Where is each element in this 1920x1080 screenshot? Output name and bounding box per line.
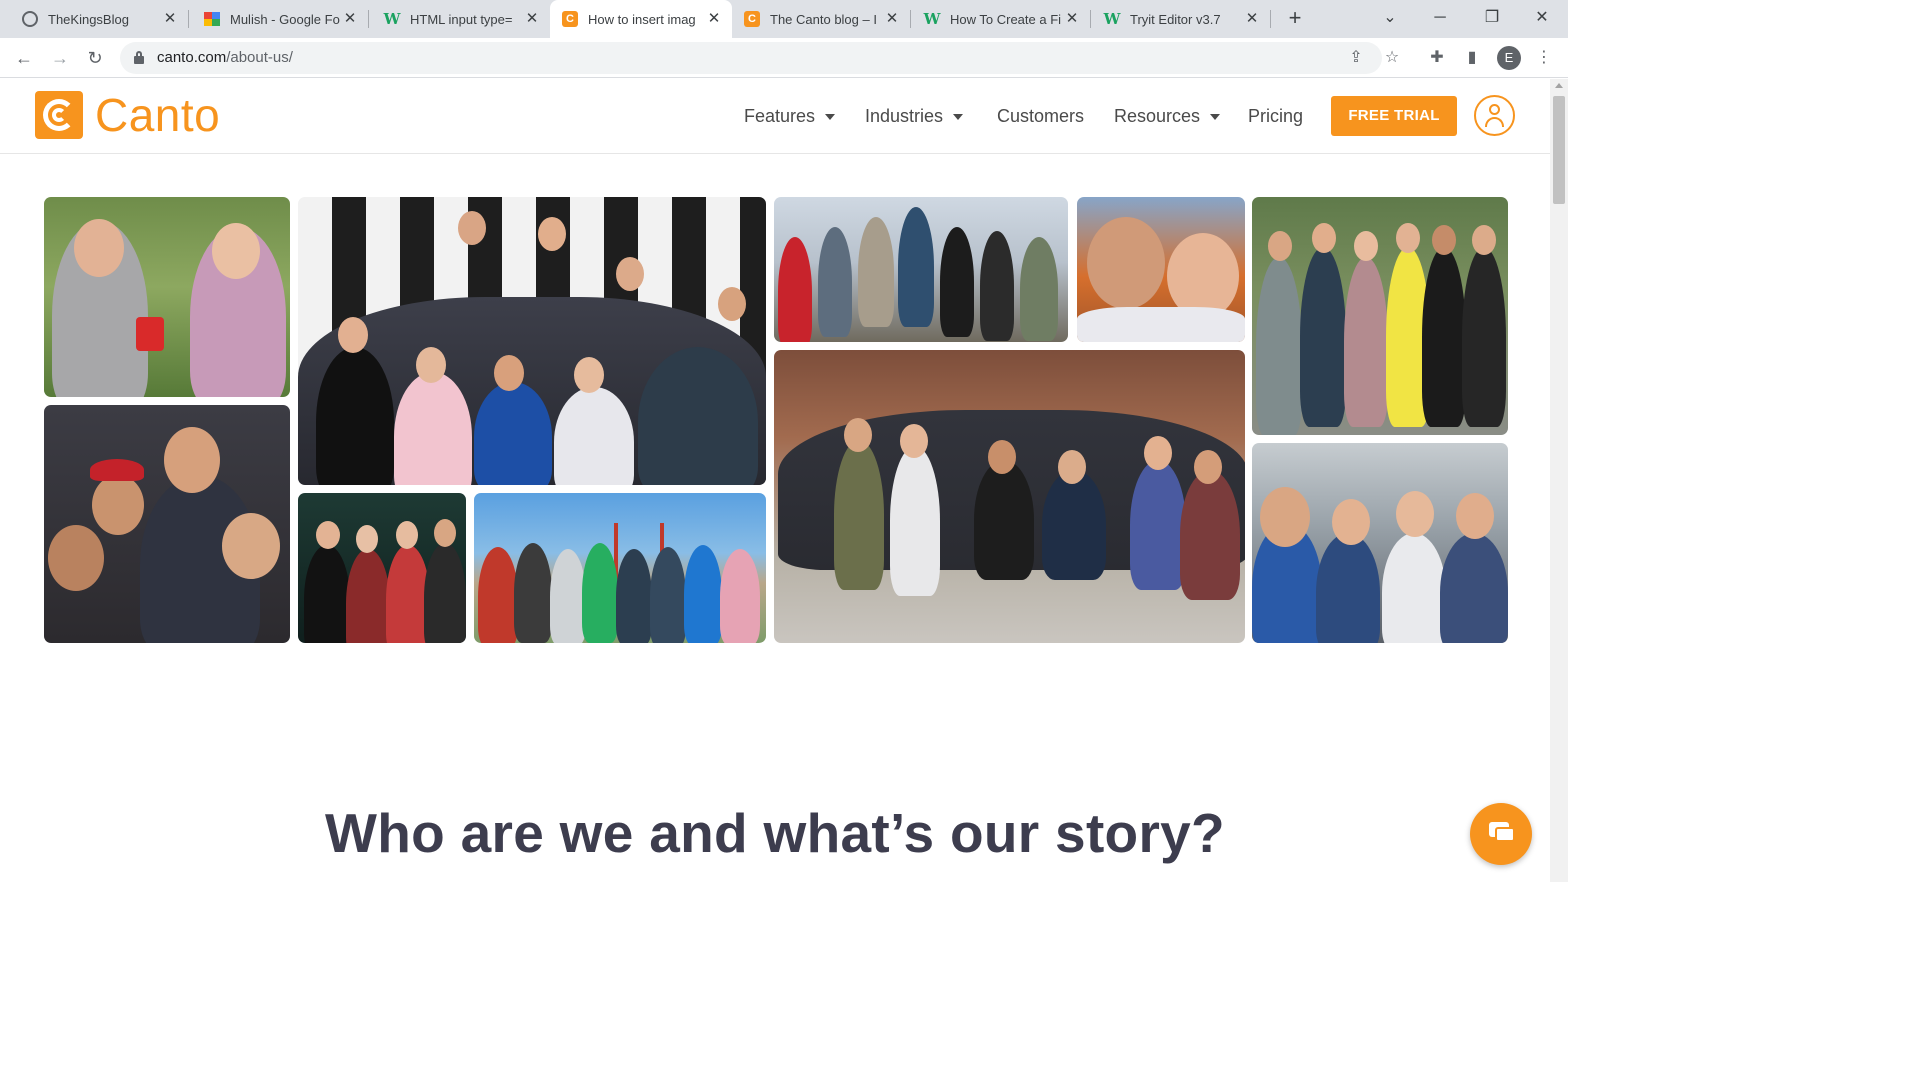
chat-button[interactable] bbox=[1470, 803, 1532, 865]
canto-logo-icon bbox=[35, 91, 83, 139]
browser-tab-active[interactable]: C How to insert imag ✕ bbox=[550, 0, 732, 38]
close-window-icon[interactable]: ✕ bbox=[1530, 6, 1554, 30]
team-photo bbox=[298, 197, 766, 485]
team-photo bbox=[774, 350, 1245, 643]
chevron-down-icon bbox=[825, 113, 836, 120]
page-scrollbar[interactable] bbox=[1550, 79, 1568, 882]
nav-label: Pricing bbox=[1248, 106, 1304, 126]
canto-logo[interactable]: Canto bbox=[35, 91, 220, 139]
chevron-down-icon bbox=[953, 113, 964, 120]
browser-tab[interactable]: Mulish - Google Fo ✕ bbox=[188, 0, 369, 38]
nav-label: Customers bbox=[997, 106, 1085, 126]
tab-title: How To Create a Fi bbox=[950, 11, 1062, 27]
nav-features[interactable]: Features bbox=[744, 106, 836, 127]
share-icon[interactable]: ⇪ bbox=[1346, 48, 1366, 68]
back-icon[interactable]: ← bbox=[11, 45, 37, 71]
nav-industries[interactable]: Industries bbox=[865, 106, 964, 127]
profile-avatar[interactable]: E bbox=[1497, 46, 1521, 70]
site-header: Canto Features Industries Customers Reso… bbox=[0, 79, 1550, 154]
logo-text: Canto bbox=[95, 89, 221, 141]
browser-tab[interactable]: W Tryit Editor v3.7 ✕ bbox=[1090, 0, 1271, 38]
close-tab-icon[interactable]: ✕ bbox=[884, 11, 900, 27]
free-trial-button[interactable]: FREE TRIAL bbox=[1331, 96, 1457, 136]
browser-tab[interactable]: W How To Create a Fi ✕ bbox=[910, 0, 1091, 38]
chevron-down-icon bbox=[1210, 113, 1221, 120]
team-photo bbox=[44, 405, 290, 643]
globe-icon bbox=[22, 11, 38, 27]
forward-icon[interactable]: → bbox=[47, 45, 73, 71]
google-fonts-icon bbox=[204, 11, 220, 27]
team-photo bbox=[298, 493, 466, 643]
menu-kebab-icon[interactable]: ⋮ bbox=[1533, 47, 1555, 69]
url-text: canto.com/about-us/ bbox=[157, 49, 293, 66]
tab-title: How to insert imag bbox=[588, 11, 696, 27]
nav-label: Resources bbox=[1114, 106, 1201, 126]
browser-tab[interactable]: C The Canto blog – I ✕ bbox=[732, 0, 911, 38]
browser-tab[interactable]: TheKingsBlog ✕ bbox=[0, 0, 189, 38]
browser-tab-strip: TheKingsBlog ✕ Mulish - Google Fo ✕ W HT… bbox=[0, 0, 1568, 38]
w3schools-icon: W bbox=[923, 10, 941, 28]
team-photo bbox=[474, 493, 766, 643]
team-photo bbox=[774, 197, 1068, 342]
tab-title: TheKingsBlog bbox=[48, 11, 129, 27]
nav-resources[interactable]: Resources bbox=[1114, 106, 1221, 127]
canto-icon: C bbox=[744, 11, 760, 27]
nav-customers[interactable]: Customers bbox=[997, 106, 1084, 127]
extensions-icon[interactable]: ✚ bbox=[1426, 47, 1448, 69]
tab-title: Tryit Editor v3.7 bbox=[1130, 11, 1221, 27]
tab-title: The Canto blog – I bbox=[770, 11, 877, 27]
bookmark-star-icon[interactable]: ☆ bbox=[1382, 48, 1402, 68]
tab-title: HTML input type= bbox=[410, 11, 513, 27]
w3schools-icon: W bbox=[1103, 10, 1121, 28]
close-tab-icon[interactable]: ✕ bbox=[1064, 11, 1080, 27]
nav-label: Features bbox=[744, 106, 816, 126]
page-viewport: Canto Features Industries Customers Reso… bbox=[0, 79, 1550, 882]
close-tab-icon[interactable]: ✕ bbox=[162, 11, 178, 27]
team-photo bbox=[44, 197, 290, 397]
tab-search-icon[interactable]: ⌄ bbox=[1378, 6, 1402, 30]
minimize-icon[interactable]: ─ bbox=[1428, 6, 1452, 30]
close-tab-icon[interactable]: ✕ bbox=[524, 11, 540, 27]
scroll-up-icon[interactable] bbox=[1555, 83, 1563, 88]
team-photo bbox=[1252, 443, 1508, 643]
team-photo bbox=[1077, 197, 1245, 342]
address-bar[interactable]: canto.com/about-us/ ⇪ ☆ bbox=[120, 42, 1399, 74]
tab-title: Mulish - Google Fo bbox=[230, 11, 340, 27]
close-tab-icon[interactable]: ✕ bbox=[1244, 11, 1260, 27]
restore-icon[interactable]: ❐ bbox=[1480, 6, 1504, 30]
reload-icon[interactable]: ↻ bbox=[82, 45, 108, 71]
lock-icon[interactable] bbox=[134, 51, 144, 64]
canto-icon: C bbox=[562, 11, 578, 27]
close-tab-icon[interactable]: ✕ bbox=[342, 11, 358, 27]
browser-tab[interactable]: W HTML input type= ✕ bbox=[368, 0, 550, 38]
page-headline: Who are we and what’s our story? bbox=[325, 802, 1225, 864]
w3schools-icon: W bbox=[383, 10, 401, 28]
close-tab-icon[interactable]: ✕ bbox=[706, 11, 722, 27]
nav-label: Industries bbox=[865, 106, 944, 126]
nav-pricing[interactable]: Pricing bbox=[1248, 106, 1303, 127]
side-panel-icon[interactable]: ▮ bbox=[1461, 47, 1483, 69]
browser-toolbar: ← → ↻ canto.com/about-us/ ⇪ ☆ ✚ ▮ E ⋮ bbox=[0, 38, 1568, 78]
account-icon[interactable] bbox=[1474, 95, 1515, 136]
scrollbar-thumb[interactable] bbox=[1553, 96, 1565, 204]
team-photo bbox=[1252, 197, 1508, 435]
new-tab-button[interactable]: + bbox=[1283, 7, 1307, 31]
